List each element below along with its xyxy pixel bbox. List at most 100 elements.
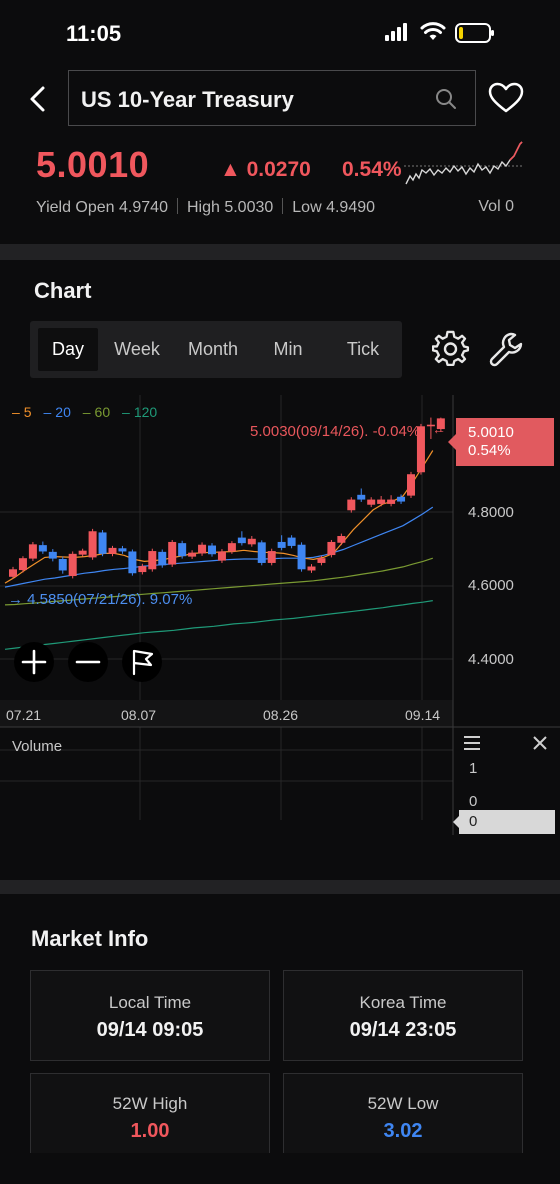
back-arrow-icon[interactable] [24,84,52,114]
legend-ma5: –5 [12,404,32,420]
y-tick-label: 4.8000 [468,504,514,521]
zoom-in-button[interactable] [14,642,54,682]
info-card-52w-high: 52W High 1.00 [30,1073,270,1153]
low-label: Low [292,199,322,216]
tab-min[interactable]: Min [258,328,318,371]
high-label: High [186,199,220,216]
candle-body [267,551,276,563]
candle-body [347,499,356,511]
candle-body [88,531,97,558]
candle-body [327,541,336,556]
y-tick-label: 4.6000 [468,577,514,594]
info-card-52w-low: 52W Low 3.02 [283,1073,523,1153]
card-label: 52W Low [367,1094,439,1113]
zoom-out-button[interactable] [68,642,108,682]
quote-stats: Yield Open 4.9740 High 5.0030 Low 4.9490 [36,198,375,217]
flag-icon [132,649,154,676]
price-change-percent: 0.54% [342,158,402,181]
candle-body [78,550,87,555]
candle-body [367,499,376,505]
candle-body [128,551,137,574]
stats-divider [176,198,178,214]
favorite-heart-icon[interactable] [488,82,524,114]
candle-body [118,548,127,552]
ma-legend: –5 –20 –60 –120 [12,404,165,420]
candle-body [237,537,246,544]
tab-tick[interactable]: Tick [330,328,396,371]
card-value: 09/14 23:05 [349,1019,457,1041]
volume-tick: 0 [469,793,478,810]
card-label: Local Time [108,993,192,1012]
volume-stat: Vol 0 [478,198,514,216]
close-icon[interactable] [532,735,548,751]
card-label: 52W High [112,1094,188,1113]
search-icon[interactable] [435,88,457,110]
x-tick-label: 07.21 [6,707,42,723]
tab-week[interactable]: Week [106,328,168,371]
legend-ma120: –120 [122,404,158,420]
candle-body [377,499,386,504]
yield-open-label: Yield Open [36,199,115,216]
instrument-title: US 10-Year Treasury [81,87,294,112]
candle-body [178,543,187,557]
candle-body [397,496,406,502]
wrench-icon[interactable] [488,330,524,368]
status-time: 11:05 [66,21,122,46]
volume-tick: 1 [469,760,478,777]
flag-button[interactable] [122,642,162,682]
candle-body [337,536,346,543]
x-axis-strip [0,700,453,727]
candle-body [148,551,157,570]
low-value: 4.9490 [326,199,376,216]
battery-icon [455,23,494,43]
cellular-signal-icon [385,23,407,41]
tab-month[interactable]: Month [178,328,248,371]
current-price: 5.0010 [36,144,150,185]
candle-body [307,566,316,571]
candle-body [387,499,396,504]
status-bar: 11:05 [0,0,560,66]
candle-body [168,541,177,565]
section-divider [0,244,560,260]
quote-summary: 5.0010 ▲ 0.0270 0.54% Yield Open 4.9740 H… [0,140,560,220]
tab-day[interactable]: Day [38,328,98,371]
candle-body [297,544,306,570]
market-info-title: Market Info [31,926,149,951]
legend-ma20: –20 [43,404,71,420]
wifi-icon [420,22,446,40]
menu-icon[interactable] [463,735,481,751]
section-divider [0,880,560,894]
high-arrow-icon: ← [432,421,446,437]
gear-icon[interactable] [432,330,470,368]
candle-body [287,537,296,546]
candle-body [38,545,47,552]
card-label: Korea Time [359,993,447,1012]
candle-body [208,545,216,555]
price-tag-value: 5.0010 [468,424,514,441]
legend-ma60: –60 [82,404,111,420]
candle-body [108,547,117,554]
x-tick-label: 08.07 [121,707,157,723]
plus-icon [21,649,47,675]
candle-body [227,543,236,552]
card-value: 3.02 [383,1120,423,1142]
candle-body [9,569,17,577]
candle-body [48,551,57,559]
period-tabs: Day Week Month Min Tick [30,321,402,378]
vol-value: 0 [505,198,514,215]
search-field[interactable]: US 10-Year Treasury [68,70,476,126]
candle-body [407,474,415,496]
header: US 10-Year Treasury [0,70,560,128]
stats-divider [282,198,284,214]
candle-body [277,541,286,548]
high-value: 5.0030 [224,199,274,216]
high-annotation: 5.0030(09/14/26). -0.04% [250,423,421,440]
current-price-tag: 5.0010 0.54% [448,418,554,466]
candle-body [317,558,326,563]
candle-body [247,538,256,545]
chart-section-title: Chart [34,278,92,303]
candle-body [138,566,147,573]
x-tick-label: 09.14 [405,707,441,723]
y-tick-label: 4.4000 [468,651,514,668]
card-value: 09/14 09:05 [96,1019,204,1041]
